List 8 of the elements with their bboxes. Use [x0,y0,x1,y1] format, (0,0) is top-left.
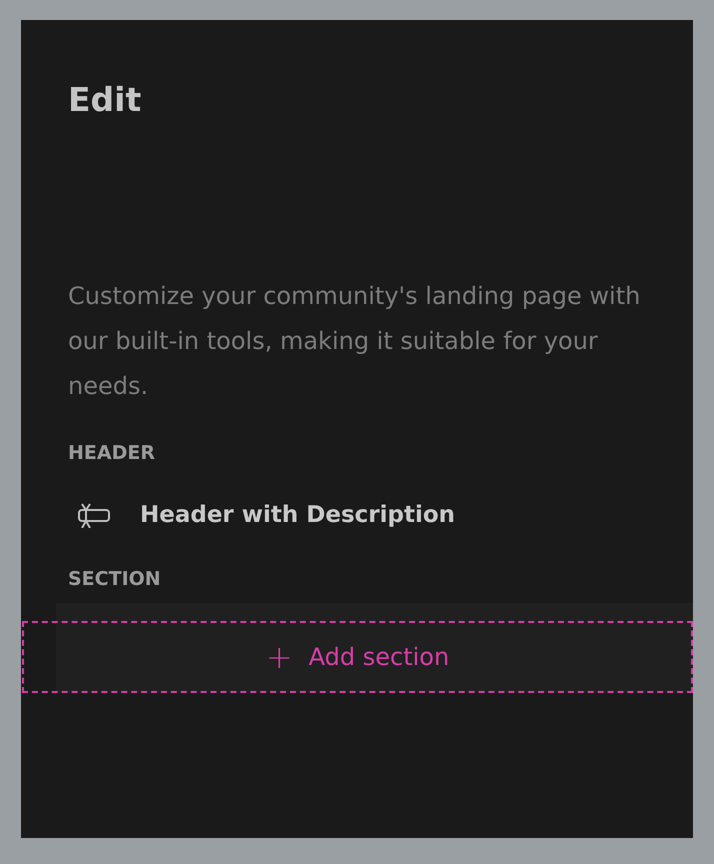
section-name[interactable]: Header with Description [140,502,456,528]
plus-icon: + [266,641,293,673]
add-section-button[interactable]: + Add section [22,621,693,693]
group-heading: HEADER [68,441,156,466]
header-layout-icon [76,502,110,528]
description-text: Customize your community's landing page with our built-in tools, making it suitable for your needs. [68,281,642,402]
panel-title: Edit [68,79,142,121]
group-heading: SECTION [68,567,162,592]
